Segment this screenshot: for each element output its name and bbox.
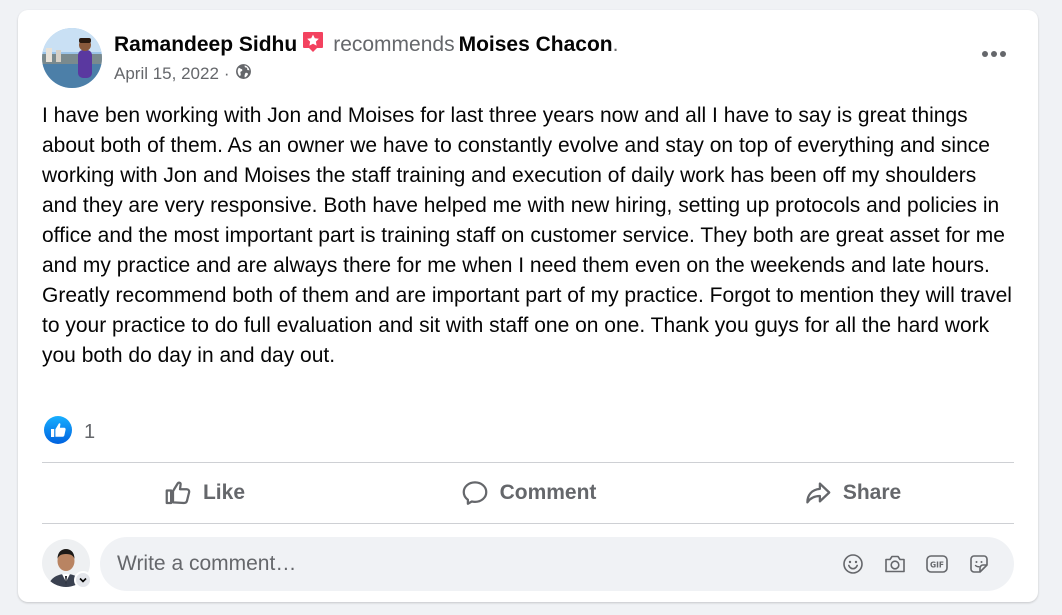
- share-button[interactable]: Share: [690, 463, 1014, 523]
- post-card: Ramandeep Sidhu recommends Moises Chacon. …: [18, 10, 1038, 602]
- comment-tools: GIF: [832, 546, 1014, 582]
- comment-input[interactable]: [100, 552, 832, 576]
- comment-label: Comment: [499, 481, 597, 504]
- comment-bubble-icon: [462, 481, 487, 505]
- gif-icon[interactable]: GIF: [916, 546, 958, 582]
- reaction-count: 1: [84, 421, 96, 443]
- emoji-icon[interactable]: [832, 546, 874, 582]
- recommended-page-name[interactable]: Moises Chacon: [459, 33, 613, 56]
- post-body: I have ben working with Jon and Moises f…: [42, 104, 1012, 367]
- header-period: .: [612, 33, 619, 56]
- top-fan-badge-icon: [301, 30, 325, 54]
- like-reaction-icon: [44, 416, 72, 449]
- current-user-avatar[interactable]: [42, 539, 92, 589]
- more-options-button[interactable]: [976, 40, 1012, 68]
- reaction-summary[interactable]: 1: [44, 416, 95, 449]
- author-name[interactable]: Ramandeep Sidhu: [114, 33, 297, 56]
- post-date[interactable]: April 15, 2022: [114, 64, 219, 84]
- comment-composer: GIF: [42, 537, 1014, 591]
- post-meta: April 15, 2022 ·: [114, 63, 252, 85]
- thumbs-up-icon: [165, 481, 191, 505]
- like-button[interactable]: Like: [42, 463, 366, 523]
- ellipsis-icon: [982, 51, 1006, 57]
- comment-button[interactable]: Comment: [366, 463, 690, 523]
- share-arrow-icon: [806, 482, 831, 504]
- share-label: Share: [842, 481, 902, 504]
- recommends-text: recommends: [333, 33, 455, 56]
- camera-icon[interactable]: [874, 546, 916, 582]
- comment-input-container: GIF: [100, 537, 1014, 591]
- chevron-down-icon[interactable]: [74, 571, 92, 589]
- action-bar: Like Comment Share: [42, 463, 1014, 523]
- divider: [42, 523, 1014, 524]
- post-header: Ramandeep Sidhu recommends Moises Chacon.: [114, 30, 618, 58]
- sticker-icon[interactable]: [958, 546, 1000, 582]
- author-avatar[interactable]: [42, 28, 102, 88]
- meta-separator: ·: [223, 64, 230, 83]
- globe-icon[interactable]: [235, 63, 252, 85]
- svg-text:GIF: GIF: [930, 561, 944, 570]
- like-label: Like: [202, 481, 246, 504]
